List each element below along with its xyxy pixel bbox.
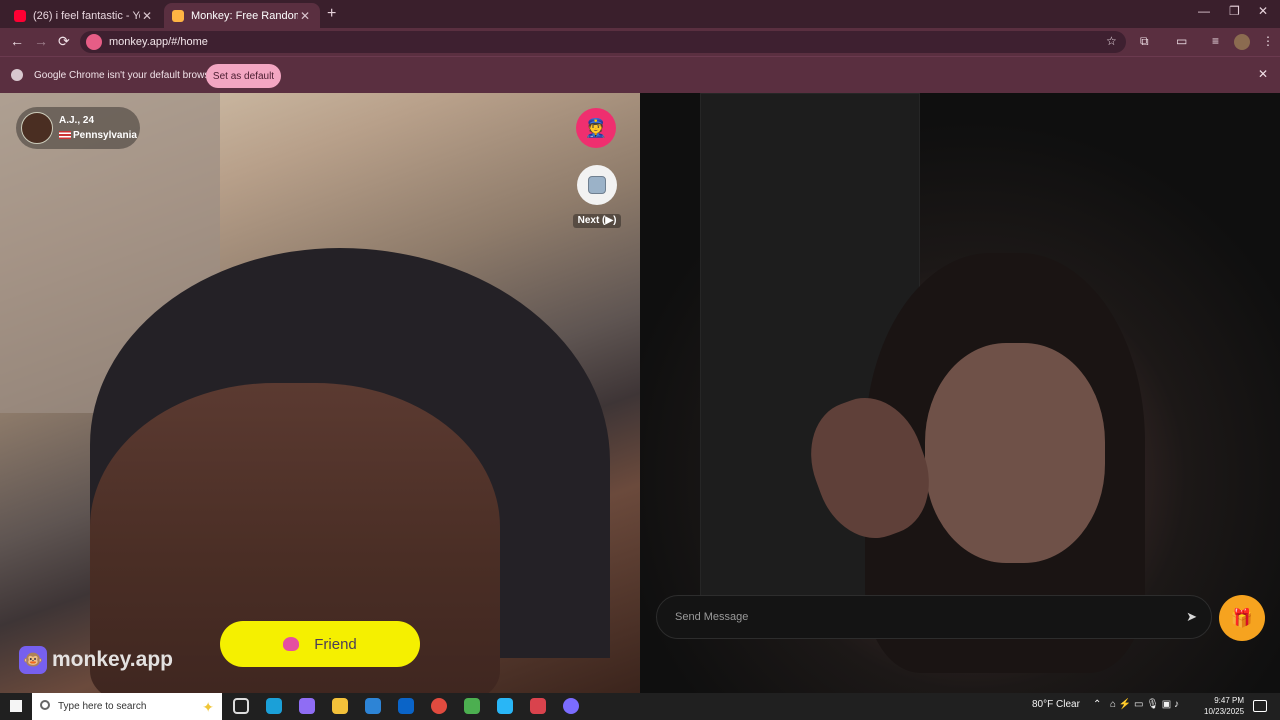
friend-button[interactable]: Friend <box>220 621 420 667</box>
clock[interactable]: 9:47 PM 10/23/2025 <box>1204 695 1244 717</box>
forward-icon[interactable]: → <box>34 33 48 49</box>
outlook-icon[interactable] <box>398 698 414 714</box>
search-icon <box>40 700 50 710</box>
close-window-icon[interactable]: ✕ <box>1258 4 1268 18</box>
minimize-icon[interactable]: — <box>1198 4 1210 18</box>
clock-time: 9:47 PM <box>1214 696 1244 705</box>
tray-chevron-icon[interactable]: ⌃ <box>1093 699 1101 710</box>
taskbar-search[interactable]: Type here to search ✦ <box>32 693 222 720</box>
profile-location: Pennsylvania <box>73 130 137 141</box>
app-icon[interactable] <box>497 698 513 714</box>
file-explorer-icon[interactable] <box>332 698 348 714</box>
store-icon[interactable] <box>365 698 381 714</box>
profile-avatar-icon[interactable] <box>1234 34 1250 50</box>
windows-taskbar: Type here to search ✦ 80°F Clear ⌃ ⌂ ⚡ ▭… <box>0 693 1280 720</box>
chrome-icon[interactable] <box>431 698 447 714</box>
windows-start-icon[interactable] <box>10 700 22 712</box>
new-tab-button[interactable]: + <box>327 5 336 23</box>
chrome-icon <box>11 69 23 81</box>
discord-icon[interactable] <box>563 698 579 714</box>
sparkle-icon: ✦ <box>202 699 214 715</box>
heart-icon <box>283 637 300 651</box>
next-icon <box>588 176 606 194</box>
tray-icons[interactable]: ⌂ ⚡ ▭ 🎙 ▣ ♪ <box>1110 699 1179 710</box>
tab-title: (26) i feel fantastic - YouTube <box>33 9 140 22</box>
url-field[interactable]: monkey.app/#/home <box>80 31 1126 53</box>
copilot-icon[interactable] <box>299 698 315 714</box>
person-face <box>925 343 1105 563</box>
search-placeholder: Type here to search <box>58 701 147 712</box>
send-icon[interactable]: ➤ <box>1186 609 1197 625</box>
tab-youtube[interactable]: (26) i feel fantastic - YouTube ✕ <box>6 3 162 28</box>
minecraft-icon[interactable] <box>464 698 480 714</box>
task-view-icon[interactable] <box>233 698 249 714</box>
message-input[interactable]: Send Message ➤ <box>656 595 1212 639</box>
reading-list-icon[interactable]: ≡ <box>1212 34 1219 48</box>
set-default-button[interactable]: Set as default <box>206 64 281 88</box>
monkey-icon: 🐵 <box>19 646 47 674</box>
gift-icon: 🎁 <box>1230 607 1254 628</box>
reload-icon[interactable]: ⟳ <box>58 33 70 50</box>
match-profile-card[interactable]: A.J., 24 Pennsylvania <box>16 107 140 149</box>
address-bar: ← → ⟳ monkey.app/#/home ☆ ⧉ ▭ ≡ ⋮ <box>0 28 1280 56</box>
extensions-icon[interactable]: ⧉ <box>1140 34 1149 49</box>
clock-date: 10/23/2025 <box>1204 707 1245 716</box>
edge-icon[interactable] <box>266 698 282 714</box>
next-button[interactable] <box>577 165 617 205</box>
restore-icon[interactable]: ❐ <box>1229 4 1240 18</box>
roblox-icon[interactable] <box>530 698 546 714</box>
monkey-logo: 🐵 monkey.app <box>19 646 173 674</box>
report-police-button[interactable]: 👮 <box>576 108 616 148</box>
tab-title: Monkey: Free Random Vide <box>191 9 298 22</box>
stranger-video <box>0 93 640 693</box>
police-officer-icon: 👮 <box>584 117 608 138</box>
close-tab-icon[interactable]: ✕ <box>298 9 312 23</box>
bookmark-star-icon[interactable]: ☆ <box>1106 34 1117 48</box>
us-flag-icon <box>59 131 71 140</box>
match-avatar <box>21 112 53 144</box>
close-infobar-icon[interactable]: ✕ <box>1258 67 1268 81</box>
default-browser-infobar: Google Chrome isn't your default browser… <box>0 56 1280 93</box>
notification-icon[interactable] <box>1253 700 1267 712</box>
message-placeholder: Send Message <box>675 611 749 623</box>
next-label: Next (▶) <box>573 214 621 228</box>
site-info-icon[interactable] <box>86 34 102 50</box>
gift-button[interactable]: 🎁 <box>1219 595 1265 641</box>
url-text: monkey.app/#/home <box>109 36 208 48</box>
profile-location-row: Pennsylvania <box>59 128 137 143</box>
brand-text: monkey.app <box>52 648 173 671</box>
friend-label: Friend <box>314 635 357 653</box>
infobar-message: Google Chrome isn't your default browser <box>34 70 219 81</box>
profile-name-age: A.J., 24 <box>59 115 95 126</box>
weather-text[interactable]: 80°F Clear <box>1032 699 1080 710</box>
menu-icon[interactable]: ⋮ <box>1262 34 1274 48</box>
browser-tab-strip: (26) i feel fantastic - YouTube ✕ Monkey… <box>0 0 1280 28</box>
back-icon[interactable]: ← <box>10 33 24 49</box>
monkey-favicon-icon <box>172 9 184 22</box>
tab-monkey[interactable]: Monkey: Free Random Vide ✕ <box>164 3 320 28</box>
close-tab-icon[interactable]: ✕ <box>140 9 154 23</box>
cast-icon[interactable]: ▭ <box>1176 34 1187 48</box>
profile-meta: A.J., 24 Pennsylvania <box>59 113 137 143</box>
youtube-icon <box>14 9 26 22</box>
